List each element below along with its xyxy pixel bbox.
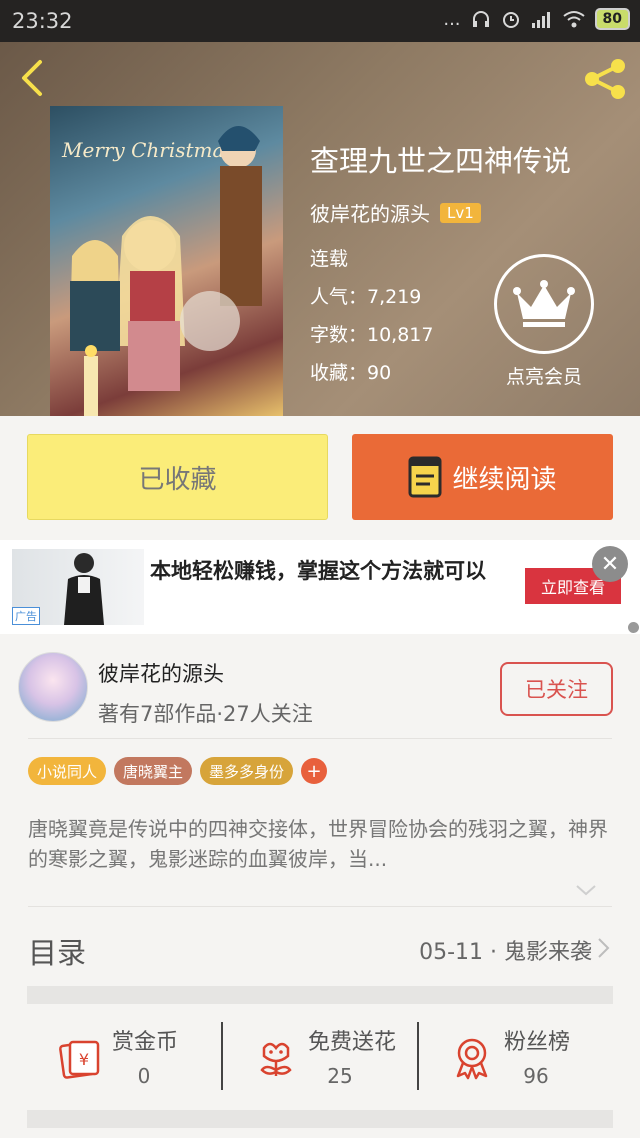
book-favorites: 收藏：90: [310, 362, 392, 384]
battery-icon: 80: [594, 8, 630, 30]
divider: [417, 1022, 419, 1090]
status-bar: 23:32 ... 80: [0, 0, 640, 42]
follow-button[interactable]: 已关注: [500, 662, 613, 716]
stats-row: ¥ 赏金币 0 免费送花 25 粉丝榜 96: [28, 1020, 612, 1092]
stat-value: 25: [327, 1064, 353, 1088]
stat-value: 96: [523, 1064, 549, 1088]
favorited-button[interactable]: 已收藏: [27, 434, 328, 520]
tag-item[interactable]: 唐晓翼主: [114, 757, 193, 785]
status-time: 23:32: [12, 9, 73, 33]
book-icon: [408, 456, 442, 498]
book-word-count: 字数：10,817: [310, 324, 434, 346]
book-description[interactable]: 唐晓翼竟是传说中的四神交接体，世界冒险协会的残羽之翼，神界的寒影之翼，鬼影迷踪的…: [28, 814, 612, 874]
continue-reading-button[interactable]: 继续阅读: [352, 434, 613, 520]
chevron-down-icon[interactable]: [574, 878, 598, 902]
ad-close-icon[interactable]: ✕: [592, 546, 628, 582]
headphones-icon: [472, 11, 489, 27]
book-cover[interactable]: Merry Christmas: [50, 106, 283, 416]
chevron-right-icon: [598, 938, 610, 958]
stat-label: 粉丝榜: [504, 1030, 571, 1055]
wifi-icon: [562, 11, 585, 28]
ad-info-icon[interactable]: [628, 622, 639, 633]
ad-banner[interactable]: 广告 本地轻松赚钱，掌握这个方法就可以 立即查看 ✕: [0, 540, 640, 634]
continue-reading-label: 继续阅读: [452, 464, 557, 495]
book-header: Merry Christmas 查理九世之四神传说 彼岸花的源头 Lv1 连载 …: [0, 42, 640, 416]
book-title: 查理九世之四神传说: [310, 144, 572, 178]
more-dots-icon: ...: [443, 8, 461, 30]
avatar[interactable]: [18, 652, 88, 722]
favorited-label: 已收藏: [138, 464, 217, 495]
divider: [221, 1022, 223, 1090]
add-tag-button[interactable]: +: [301, 758, 328, 784]
crown-icon: [494, 254, 594, 354]
status-icons: ... 80: [443, 8, 630, 30]
medal-icon: [456, 1038, 488, 1080]
author-name[interactable]: 彼岸花的源头: [98, 658, 224, 688]
divider: [28, 906, 612, 907]
stat-value: 0: [137, 1064, 151, 1088]
divider: [28, 738, 612, 739]
stat-label: 免费送花: [308, 1030, 397, 1055]
vip-label: 点亮会员: [505, 366, 582, 388]
ad-badge: 广告: [12, 607, 40, 625]
toc-row[interactable]: 目录 05-11 · 鬼影来袭: [28, 924, 612, 974]
ad-text[interactable]: 本地轻松赚钱，掌握这个方法就可以: [150, 556, 490, 587]
stat-label: 赏金币: [112, 1030, 179, 1055]
latest-chapter[interactable]: 05-11 · 鬼影来袭: [419, 934, 592, 966]
section-band: [27, 986, 613, 1004]
author-level-badge: Lv1: [440, 202, 481, 223]
alarm-icon: [502, 12, 519, 28]
author-stats: 著有7部作品·27人关注: [98, 702, 313, 726]
book-status: 连载: [310, 248, 349, 270]
section-band: [27, 1110, 613, 1128]
toc-label: 目录: [28, 936, 87, 970]
red-envelope-icon: ¥: [59, 1040, 100, 1079]
ad-image[interactable]: 广告: [12, 549, 144, 625]
vip-button[interactable]: 点亮会员: [492, 254, 596, 389]
cover-illustration: [70, 126, 262, 416]
svg-text:¥: ¥: [79, 1050, 89, 1069]
tag-list: 小说同人 唐晓翼主 墨多多身份 +: [28, 757, 328, 785]
tag-item[interactable]: 小说同人: [28, 757, 107, 785]
signal-icon: [531, 12, 550, 28]
back-arrow-icon[interactable]: [14, 58, 54, 98]
share-icon[interactable]: [580, 54, 630, 104]
book-popularity: 人气：7,219: [310, 286, 422, 308]
free-flowers-stat[interactable]: 免费送花 25: [224, 1020, 418, 1092]
book-author[interactable]: 彼岸花的源头: [310, 198, 430, 227]
reward-coins-stat[interactable]: ¥ 赏金币 0: [28, 1020, 222, 1092]
tag-item[interactable]: 墨多多身份: [200, 757, 294, 785]
flower-icon: [260, 1042, 292, 1076]
fan-ranking-stat[interactable]: 粉丝榜 96: [420, 1020, 614, 1092]
author-line: 彼岸花的源头 Lv1: [310, 198, 481, 227]
